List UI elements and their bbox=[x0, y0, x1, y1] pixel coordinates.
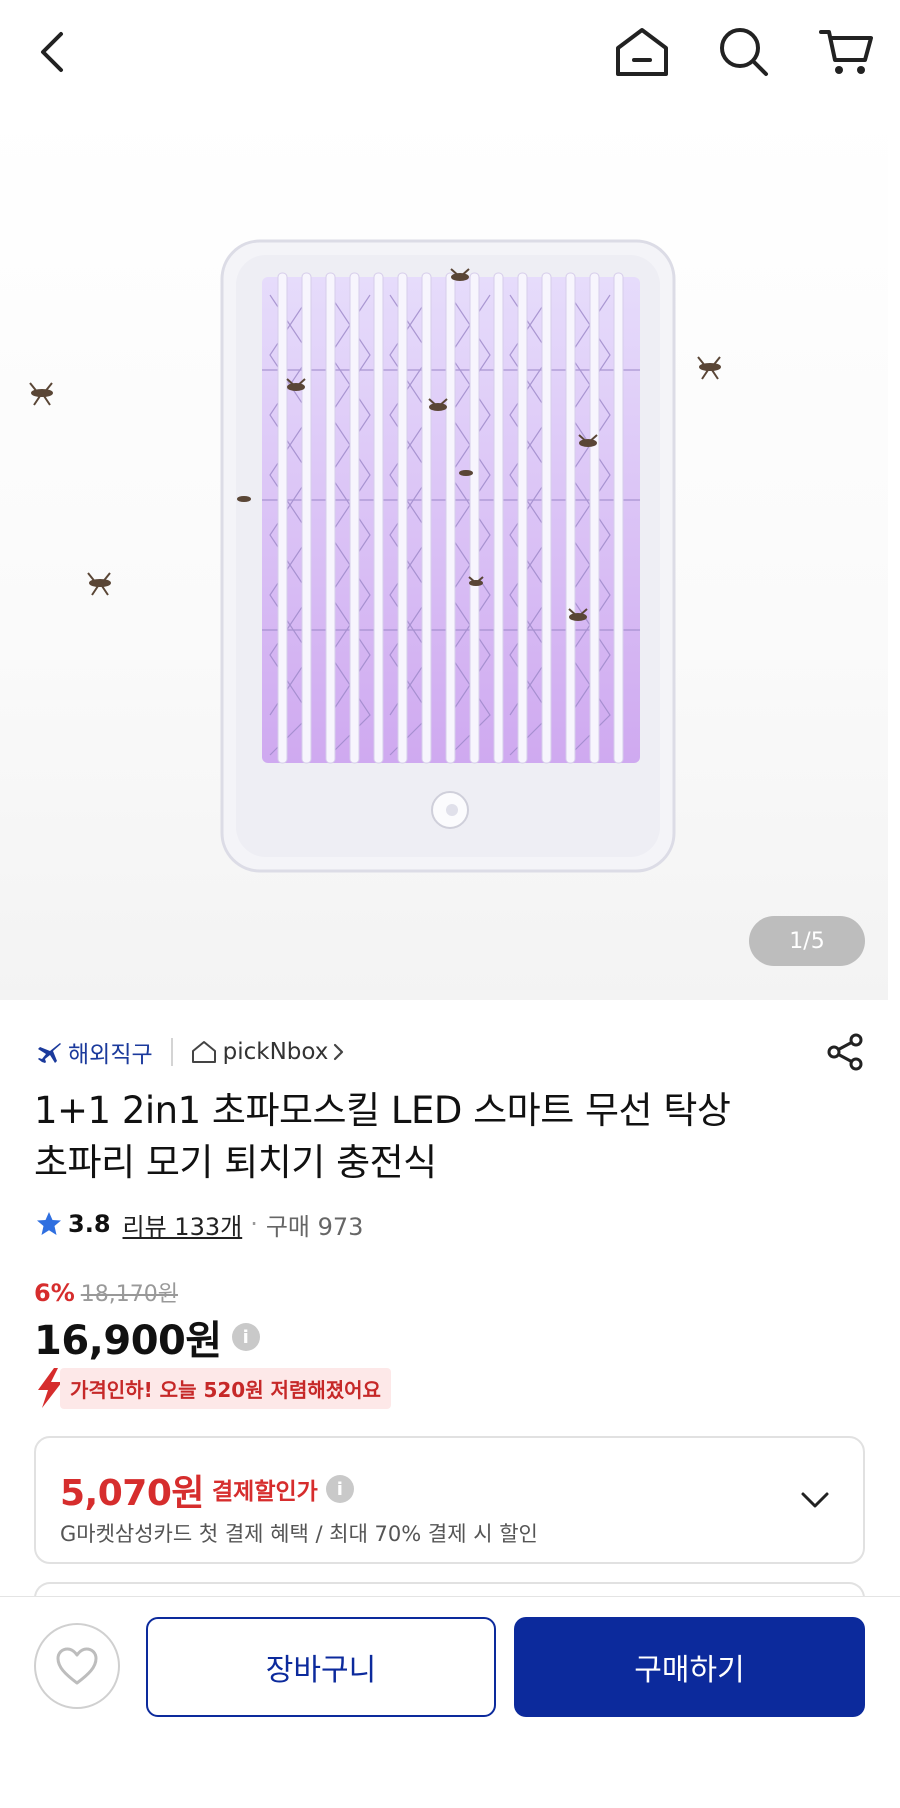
chevron-down-icon[interactable] bbox=[797, 1482, 833, 1518]
separator-dot: · bbox=[250, 1210, 258, 1238]
divider bbox=[170, 1038, 173, 1066]
add-to-cart-button[interactable]: 장바구니 bbox=[146, 1617, 496, 1717]
product-title-line-2: 초파리 모기 퇴치기 충전식 bbox=[34, 1141, 437, 1184]
image-counter-badge: 1/5 bbox=[749, 916, 865, 966]
overseas-direct-badge[interactable]: 해외직구 bbox=[36, 1035, 153, 1069]
discount-row: 6% 18,170원 bbox=[34, 1276, 178, 1308]
search-icon[interactable] bbox=[714, 22, 774, 82]
store-home-icon bbox=[191, 1041, 216, 1063]
overseas-direct-label: 해외직구 bbox=[68, 1042, 153, 1068]
product-title-line-1: 1+1 2in1 초파모스킬 LED 스마트 무선 탁상 bbox=[34, 1089, 731, 1132]
cart-icon[interactable] bbox=[816, 22, 876, 82]
airplane-icon bbox=[38, 1043, 61, 1063]
product-image-gallery[interactable] bbox=[0, 105, 888, 1000]
review-count-link[interactable]: 리뷰 133개 bbox=[123, 1207, 243, 1242]
buy-now-button[interactable]: 구매하기 bbox=[514, 1617, 865, 1717]
price-drop-text: 가격인하! 오늘 520원 저렴해졌어요 bbox=[60, 1367, 391, 1409]
discount-description: G마켓삼성카드 첫 결제 혜택 / 최대 70% 결제 시 할인 bbox=[60, 1522, 538, 1546]
shop-name: pickNbox bbox=[222, 1039, 329, 1065]
heart-icon bbox=[56, 1647, 98, 1685]
share-icon[interactable] bbox=[820, 1028, 870, 1076]
shop-link[interactable]: pickNbox bbox=[191, 1039, 347, 1065]
discount-label: 결제할인가 bbox=[212, 1479, 318, 1505]
chevron-right-icon bbox=[334, 1043, 344, 1061]
price-drop-banner: 가격인하! 오늘 520원 저렴해졌어요 bbox=[34, 1367, 391, 1409]
price-info-icon[interactable]: i bbox=[231, 1323, 260, 1351]
payment-discount-box[interactable]: 5,070원 결제할인가 i G마켓삼성카드 첫 결제 혜택 / 최대 70% … bbox=[34, 1436, 865, 1564]
bottom-action-bar: 장바구니 구매하기 bbox=[0, 1596, 900, 1808]
product-image bbox=[29, 239, 721, 873]
wishlist-button[interactable] bbox=[34, 1623, 120, 1709]
rating-row: 3.8 리뷰 133개 · 구매 973 bbox=[36, 1204, 363, 1244]
product-title: 1+1 2in1 초파모스킬 LED 스마트 무선 탁상 초파리 모기 퇴치기 … bbox=[34, 1085, 834, 1189]
discount-rate: 6% bbox=[34, 1279, 75, 1307]
back-arrow-icon[interactable] bbox=[22, 22, 82, 82]
star-icon bbox=[37, 1212, 61, 1235]
purchase-count: 구매 973 bbox=[265, 1212, 364, 1241]
discounted-amount: 5,070원 bbox=[60, 1473, 205, 1514]
home-icon[interactable] bbox=[612, 22, 672, 82]
top-navigation-bar bbox=[0, 0, 900, 105]
sale-price: 16,900원 bbox=[34, 1318, 222, 1364]
discount-label-group: 결제할인가 i bbox=[212, 1472, 354, 1506]
discount-info-icon[interactable]: i bbox=[325, 1475, 354, 1503]
seller-row: 해외직구 pickNbox bbox=[36, 1032, 346, 1072]
price-row: 16,900원 i bbox=[34, 1308, 260, 1366]
rating-score: 3.8 bbox=[68, 1210, 111, 1238]
original-price: 18,170원 bbox=[80, 1282, 178, 1307]
